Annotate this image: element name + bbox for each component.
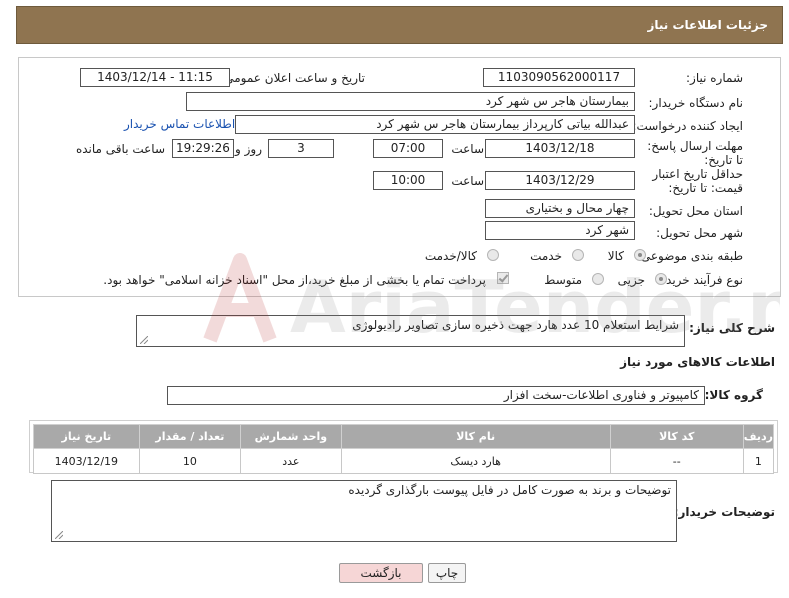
goods-group-value: کامپیوتر و فناوری اطلاعات-سخت افزار bbox=[167, 386, 705, 405]
need-number-label: شماره نیاز: bbox=[686, 71, 743, 85]
price-time-label: ساعت bbox=[451, 174, 484, 188]
days-label: روز و bbox=[235, 142, 262, 156]
col-unit: واحد شمارش bbox=[240, 424, 342, 449]
back-button[interactable]: بازگشت bbox=[339, 563, 423, 583]
cell-need-date: 1403/12/19 bbox=[33, 448, 140, 474]
table-row: 1403/12/19 10 عدد هارد دیسک -- 1 bbox=[33, 448, 775, 474]
resize-grip-icon[interactable] bbox=[140, 336, 148, 344]
reply-time-label: ساعت bbox=[451, 142, 484, 156]
purchase-radio-minor[interactable] bbox=[655, 273, 667, 285]
cell-item-name: هارد دیسک bbox=[340, 448, 611, 474]
cell-item-code: -- bbox=[609, 448, 744, 474]
col-row: ردیف bbox=[742, 424, 775, 449]
purchase-option-minor: جزیی bbox=[617, 273, 645, 287]
purchase-option-medium: متوسط bbox=[544, 273, 582, 287]
treasury-payment-note: پرداخت تمام یا بخشی از مبلغ خرید،از محل … bbox=[103, 273, 486, 287]
page-title: جزئیات اطلاعات نیاز bbox=[647, 18, 768, 32]
category-option-goods-service: کالا/خدمت bbox=[424, 249, 477, 263]
price-validity-time: 10:00 bbox=[373, 171, 443, 190]
announce-datetime-value: 1403/12/14 - 11:15 bbox=[80, 68, 230, 87]
city-label: شهر محل تحویل: bbox=[656, 226, 743, 240]
col-item-name: نام کالا bbox=[340, 424, 611, 449]
remaining-time-value: 19:29:26 bbox=[172, 139, 234, 158]
price-validity-date: 1403/12/29 bbox=[485, 171, 635, 190]
need-description-field[interactable]: شرایط استعلام 10 عدد هارد جهت ذخیره سازی… bbox=[136, 315, 685, 347]
treasury-payment-checkbox[interactable] bbox=[497, 272, 509, 284]
reply-time-value: 07:00 bbox=[373, 139, 443, 158]
province-label: استان محل تحویل: bbox=[648, 204, 743, 218]
cell-quantity: 10 bbox=[138, 448, 242, 474]
cell-row: 1 bbox=[742, 448, 775, 474]
price-validity-label: حداقل تاریخ اعتبار قیمت: تا تاریخ: bbox=[652, 167, 743, 195]
col-need-date: تاریخ نیاز bbox=[33, 424, 140, 449]
buyer-notes-label: توضیحات خریدار: bbox=[673, 505, 775, 519]
need-description-label: شرح کلی نیاز: bbox=[689, 321, 775, 335]
reply-deadline-label: مهلت ارسال پاسخ: تا تاریخ: bbox=[647, 139, 743, 167]
col-item-code: کد کالا bbox=[609, 424, 744, 449]
purchase-type-label: نوع فرآیند خرید : bbox=[658, 273, 743, 287]
remaining-time-label: ساعت باقی مانده bbox=[75, 142, 165, 156]
requester-label: ایجاد کننده درخواست: bbox=[632, 119, 743, 133]
days-remaining-value: 3 bbox=[268, 139, 334, 158]
reply-date-value: 1403/12/18 bbox=[485, 139, 635, 158]
print-button[interactable]: چاپ bbox=[428, 563, 466, 583]
buyer-org-label: نام دستگاه خریدار: bbox=[648, 96, 744, 110]
col-quantity: تعداد / مقدار bbox=[138, 424, 242, 449]
goods-group-label: گروه کالا: bbox=[704, 388, 763, 402]
buyer-contact-link[interactable]: اطلاعات تماس خریدار bbox=[124, 117, 235, 131]
purchase-radio-medium[interactable] bbox=[592, 273, 604, 285]
buyer-org-value: بیمارستان هاجر س شهر کرد bbox=[186, 92, 635, 111]
category-radio-service[interactable] bbox=[572, 249, 584, 261]
category-option-goods: کالا bbox=[607, 249, 624, 263]
city-value: شهر کرد bbox=[485, 221, 635, 240]
province-value: چهار محال و بختیاری bbox=[485, 199, 635, 218]
category-radio-goods-service[interactable] bbox=[487, 249, 499, 261]
category-option-service: خدمت bbox=[530, 249, 562, 263]
buyer-notes-field[interactable]: توضیحات و برند به صورت کامل در فایل پیوس… bbox=[51, 480, 677, 542]
page-header: جزئیات اطلاعات نیاز bbox=[16, 6, 783, 44]
requester-value: عبدالله بیاتی کارپرداز بیمارستان هاجر س … bbox=[235, 115, 635, 134]
category-label: طبقه بندی موضوعی: bbox=[636, 249, 743, 263]
goods-section-title: اطلاعات کالاهای مورد نیاز bbox=[620, 355, 775, 369]
announce-datetime-label: تاریخ و ساعت اعلان عمومی: bbox=[220, 71, 365, 85]
buyer-notes-text: توضیحات و برند به صورت کامل در فایل پیوس… bbox=[348, 483, 671, 497]
need-description-text: شرایط استعلام 10 عدد هارد جهت ذخیره سازی… bbox=[352, 318, 679, 332]
resize-grip-icon[interactable] bbox=[55, 531, 63, 539]
category-radio-goods[interactable] bbox=[634, 249, 646, 261]
need-number-value: 1103090562000117 bbox=[483, 68, 635, 87]
cell-unit: عدد bbox=[240, 448, 342, 474]
items-table: تاریخ نیاز تعداد / مقدار واحد شمارش نام … bbox=[33, 424, 775, 474]
